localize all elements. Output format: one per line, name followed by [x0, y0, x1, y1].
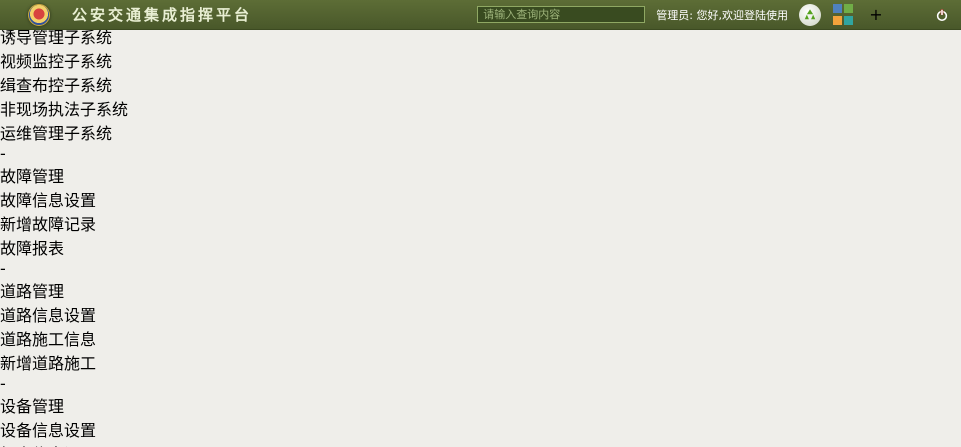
- app-header: 公安交通集成指挥平台 管理员: 您好,欢迎登陆使用 +: [0, 0, 961, 30]
- police-badge-logo: [28, 4, 50, 26]
- sidebar: 信号管理子系统诱导管理子系统视频监控子系统缉查布控子系统非现场执法子系统 运维管…: [0, 0, 961, 447]
- tree-item-label: 设备管理: [0, 393, 961, 417]
- tree-item[interactable]: 新增故障记录: [0, 211, 961, 235]
- tree-item[interactable]: 故障报表: [0, 235, 961, 259]
- apps-grid-icon[interactable]: [832, 4, 854, 26]
- sidebar-item[interactable]: 视频监控子系统: [0, 48, 961, 72]
- tree-item[interactable]: 设备信息设置: [0, 417, 961, 441]
- tree-item[interactable]: 故障信息设置: [0, 187, 961, 211]
- tree-item-label: 道路管理: [0, 278, 961, 302]
- collapse-toggle-icon[interactable]: -: [0, 144, 961, 163]
- tree-folder[interactable]: -设备管理: [0, 374, 961, 417]
- add-icon[interactable]: +: [865, 4, 887, 26]
- power-icon[interactable]: [931, 4, 953, 26]
- welcome-text: 管理员: 您好,欢迎登陆使用: [656, 7, 788, 23]
- sidebar-item[interactable]: 缉查布控子系统: [0, 72, 961, 96]
- tree-item-label: 故障管理: [0, 163, 961, 187]
- globe-icon[interactable]: [898, 4, 920, 26]
- header-right-group: 管理员: 您好,欢迎登陆使用 +: [477, 4, 961, 26]
- recycle-icon[interactable]: [799, 4, 821, 26]
- tree-folder[interactable]: -道路管理: [0, 259, 961, 302]
- tree-item-label: 标志信息设置: [0, 441, 961, 447]
- tree-item-label: 道路施工信息: [0, 326, 961, 350]
- tree-item-label: 故障报表: [0, 235, 961, 259]
- tree-item[interactable]: 新增道路施工: [0, 350, 961, 374]
- sidebar-item[interactable]: 非现场执法子系统: [0, 96, 961, 120]
- tree-folder[interactable]: -故障管理: [0, 144, 961, 187]
- tree-item-label: 新增道路施工: [0, 350, 961, 374]
- app-title: 公安交通集成指挥平台: [72, 4, 252, 25]
- tree-item[interactable]: 标志信息设置: [0, 441, 961, 447]
- sidebar-tree-panel: -故障管理故障信息设置新增故障记录故障报表-道路管理道路信息设置道路施工信息新增…: [0, 144, 961, 447]
- tree-item-label: 故障信息设置: [0, 187, 961, 211]
- tree-item[interactable]: 道路施工信息: [0, 326, 961, 350]
- tree-item[interactable]: 道路信息设置: [0, 302, 961, 326]
- collapse-toggle-icon[interactable]: -: [0, 259, 961, 278]
- tree-item-label: 新增故障记录: [0, 211, 961, 235]
- sidebar-item-operations[interactable]: 运维管理子系统: [0, 120, 961, 144]
- tree-item-label: 道路信息设置: [0, 302, 961, 326]
- tree-item-label: 设备信息设置: [0, 417, 961, 441]
- tree: -故障管理故障信息设置新增故障记录故障报表-道路管理道路信息设置道路施工信息新增…: [0, 144, 961, 447]
- global-search-input[interactable]: [477, 6, 645, 23]
- app-root: 公安交通集成指挥平台 管理员: 您好,欢迎登陆使用 + 信号管理子系统诱导管理子…: [0, 0, 961, 447]
- collapse-toggle-icon[interactable]: -: [0, 374, 961, 393]
